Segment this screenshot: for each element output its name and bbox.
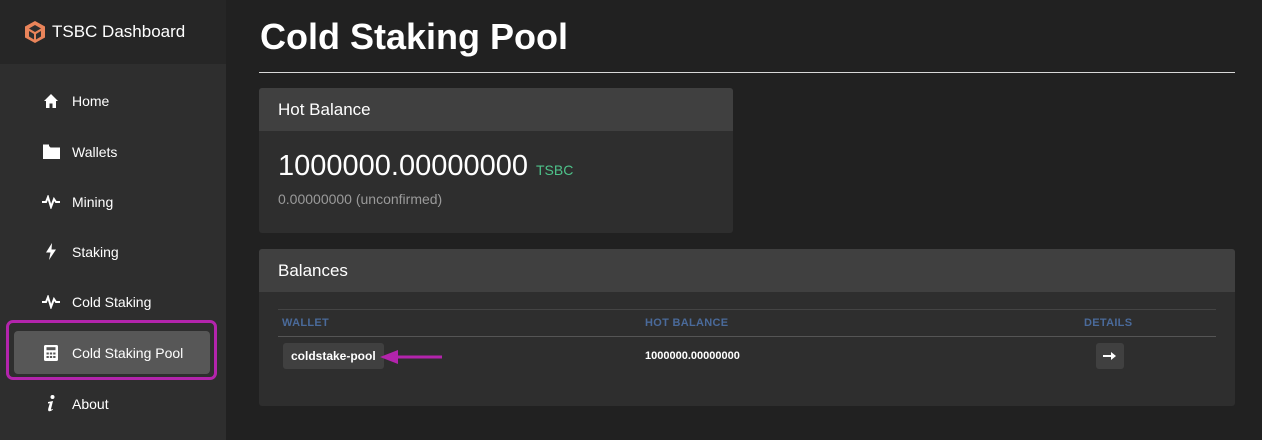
wallet-name-chip[interactable]: coldstake-pool [283,343,384,369]
brand[interactable]: TSBC Dashboard [0,0,226,64]
sidebar-item-cold-staking-pool[interactable]: Cold Staking Pool [14,331,210,374]
hot-balance-amount: 1000000.00000000 TSBC [278,150,573,183]
balances-header: Balances [259,249,1235,292]
column-header-wallet: WALLET [282,317,330,329]
folder-icon [42,143,60,161]
sidebar-item-mining[interactable]: Mining [14,180,210,223]
hot-balance-card: Hot Balance 1000000.00000000 TSBC 0.0000… [259,88,733,233]
hot-balance-header: Hot Balance [259,88,733,131]
sidebar-item-label: Wallets [72,143,118,160]
hot-balance-value: 1000000.00000000 [278,150,528,182]
currency-unit: TSBC [535,162,574,178]
page-title: Cold Staking Pool [260,16,569,57]
sidebar-item-label: Staking [72,243,119,260]
title-divider [259,72,1235,73]
balances-card: Balances WALLET HOT BALANCE DETAILS cold… [259,249,1235,406]
table-header: WALLET HOT BALANCE DETAILS [278,309,1216,337]
sidebar-item-about[interactable]: About [14,382,210,425]
details-button[interactable] [1096,343,1124,369]
tsbc-logo-icon [24,20,46,44]
sidebar-item-label: Home [72,92,110,109]
bolt-icon [42,243,60,261]
pulse-icon [42,193,60,211]
sidebar-item-label: About [72,395,109,412]
arrow-right-icon [1103,352,1116,360]
app-title: TSBC Dashboard [52,22,186,41]
sidebar-item-label: Mining [72,193,114,210]
sidebar-item-staking[interactable]: Staking [14,230,210,273]
sidebar-item-cold-staking[interactable]: Cold Staking [14,280,210,323]
sidebar-item-wallets[interactable]: Wallets [14,130,210,173]
annotation-arrow-icon [380,350,442,364]
info-icon [42,395,60,413]
calculator-icon [42,344,60,362]
wallet-hot-balance: 1000000.00000000 [645,350,740,362]
sidebar-item-label: Cold Staking Pool [72,344,184,361]
home-icon [42,92,60,110]
sidebar-item-label: Cold Staking [72,293,152,310]
pulse-icon [42,293,60,311]
column-header-details: DETAILS [1084,317,1133,329]
sidebar: TSBC Dashboard Home Wallets Mining Staki… [0,0,226,440]
unconfirmed-balance: 0.00000000 (unconfirmed) [278,191,443,207]
sidebar-item-home[interactable]: Home [14,79,210,122]
column-header-hot-balance: HOT BALANCE [645,317,729,329]
